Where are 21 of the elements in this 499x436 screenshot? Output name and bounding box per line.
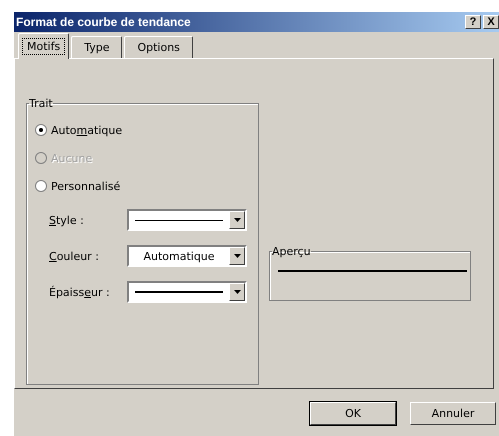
field-label: Couleur :: [49, 250, 100, 262]
tab[interactable]: Options: [124, 36, 193, 58]
window-title: Format de courbe de tendance: [16, 15, 192, 29]
option-label: Automatique: [51, 124, 122, 136]
help-button[interactable]: ?: [465, 15, 481, 29]
dropdown[interactable]: Automatique: [127, 245, 247, 267]
radio-button[interactable]: [35, 124, 47, 136]
cancel-button[interactable]: Annuler: [410, 402, 496, 425]
ok-button[interactable]: OK: [310, 402, 396, 425]
dropdown[interactable]: [127, 281, 247, 303]
group-label: Aperçu: [272, 245, 311, 258]
dropdown[interactable]: [127, 209, 247, 231]
group-label: Trait: [29, 97, 53, 110]
option-label: Personnalisé: [51, 180, 120, 192]
field-label: Style :: [49, 214, 85, 226]
close-button[interactable]: X: [483, 15, 499, 29]
tab[interactable]: Motifs: [18, 33, 70, 59]
tab[interactable]: Type: [71, 36, 122, 58]
field-label: Épaisseur :: [49, 286, 111, 298]
dropdown-value: Automatique: [143, 250, 215, 262]
radio-button[interactable]: [35, 180, 47, 192]
